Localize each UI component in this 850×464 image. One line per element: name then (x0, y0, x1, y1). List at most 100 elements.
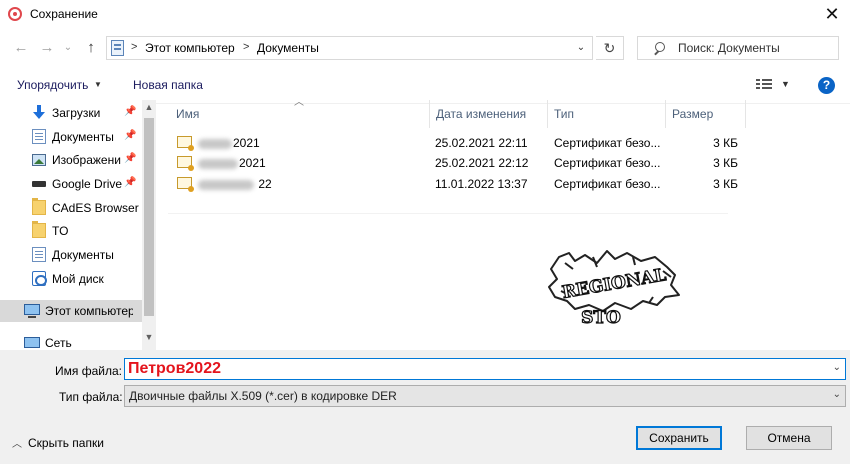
new-folder-button[interactable]: Новая папка (133, 78, 203, 92)
scroll-down-icon[interactable]: ▼ (142, 332, 156, 344)
certificate-file-icon (177, 136, 194, 151)
file-name-suffix: 2021 (239, 156, 266, 170)
document-icon (32, 129, 46, 144)
regional-sto-stamp: REGIONAL STO (548, 250, 680, 327)
file-size: 3 КБ (713, 177, 738, 191)
redacted-name (198, 158, 238, 169)
close-button[interactable]: ✕ (820, 2, 844, 26)
file-name: 2021 (198, 136, 260, 150)
file-row[interactable]: 2021 25.02.2021 22:12 Сертификат безо...… (170, 153, 740, 173)
sidebar-item-pictures[interactable]: Изображени 📌 (0, 149, 142, 171)
file-row[interactable]: 22 11.01.2022 13:37 Сертификат безо... 3… (170, 174, 740, 194)
file-modified: 25.02.2021 22:11 (435, 136, 528, 150)
certificate-file-icon (177, 177, 194, 192)
organize-button[interactable]: Упорядочить (17, 78, 88, 92)
document-icon (32, 247, 46, 262)
computer-icon (111, 40, 124, 56)
download-arrow-icon (32, 105, 46, 120)
window-title: Сохранение (30, 7, 98, 21)
help-icon[interactable]: ? (818, 77, 835, 94)
search-icon (653, 42, 665, 54)
folder-icon (32, 221, 46, 238)
sidebar-item-label: CAdES Browser P (52, 201, 144, 215)
sidebar-scrollbar[interactable]: ▲ ▼ (142, 100, 156, 350)
sidebar-item-label: Документы (52, 248, 114, 262)
sidebar-item-documents[interactable]: Документы (0, 244, 142, 266)
view-options-dropdown-icon[interactable]: ▼ (781, 79, 790, 89)
back-arrow-icon[interactable]: ← (12, 38, 30, 58)
computer-icon (24, 304, 40, 318)
scroll-up-icon[interactable]: ▲ (142, 102, 156, 114)
pin-icon: 📌 (124, 106, 137, 117)
scrollbar-thumb[interactable] (144, 118, 154, 316)
sidebar-item-this-pc[interactable]: Этот компьютер (0, 300, 142, 322)
column-header-size[interactable]: Размер (666, 100, 746, 128)
column-header-name[interactable]: Имя (170, 100, 430, 128)
column-header-modified[interactable]: Дата изменения (430, 100, 548, 128)
filetype-label: Тип файла: (59, 390, 123, 404)
sidebar-item-google-drive[interactable]: Google Drive 📌 (0, 173, 142, 195)
app-icon (8, 7, 22, 21)
pictures-icon (32, 154, 46, 166)
navigation-bar: ← → ⌄ ↑ > Этот компьютер > Документы ⌄ ↻… (0, 30, 850, 66)
file-row[interactable]: 2021 25.02.2021 22:11 Сертификат безо...… (170, 133, 740, 153)
column-header-type[interactable]: Тип (548, 100, 666, 128)
network-icon (24, 337, 40, 348)
redacted-name (198, 179, 254, 190)
hide-folders-label: Скрыть папки (28, 436, 104, 450)
breadcrumb-documents[interactable]: Документы (257, 41, 319, 55)
drive-icon (32, 181, 46, 187)
navigation-pane: Загрузки 📌 Документы 📌 Изображени 📌 Goog… (0, 100, 156, 350)
save-button[interactable]: Сохранить (636, 426, 722, 450)
pin-icon: 📌 (124, 177, 137, 188)
breadcrumb-this-pc[interactable]: Этот компьютер (145, 41, 235, 55)
stamp-bottom-text: STO (581, 308, 621, 327)
filename-label: Имя файла: (55, 364, 122, 378)
up-arrow-icon[interactable]: ↑ (82, 38, 100, 58)
address-bar[interactable]: > Этот компьютер > Документы ⌄ (106, 36, 593, 60)
cancel-button[interactable]: Отмена (746, 426, 832, 450)
sidebar-item-downloads[interactable]: Загрузки 📌 (0, 102, 142, 124)
redacted-name (198, 138, 232, 149)
file-size: 3 КБ (713, 136, 738, 150)
sidebar-item-documents-pinned[interactable]: Документы 📌 (0, 126, 142, 148)
filename-value: Петров2022 (128, 360, 221, 377)
organize-dropdown-icon[interactable]: ▼ (94, 80, 102, 89)
filename-dropdown-chevron-icon[interactable]: ⌄ (833, 362, 841, 373)
breadcrumb-separator: > (243, 41, 250, 53)
file-type: Сертификат безо... (554, 156, 661, 170)
refresh-button[interactable]: ↻ (596, 36, 624, 60)
search-input[interactable]: Поиск: Документы (637, 36, 839, 60)
certificate-file-icon (177, 156, 194, 171)
save-form-panel: Имя файла: Петров2022 ⌄ Тип файла: Двоич… (0, 350, 850, 464)
file-list: ︿ Имя Дата изменения Тип Размер 2021 25.… (160, 97, 850, 350)
pin-icon: 📌 (124, 153, 137, 164)
pin-icon: 📌 (124, 130, 137, 141)
file-name: 22 (198, 177, 272, 191)
filename-input[interactable]: Петров2022 ⌄ (124, 358, 846, 380)
file-type: Сертификат безо... (554, 136, 661, 150)
cloud-drive-icon (32, 271, 47, 286)
sidebar-item-label: TO (52, 224, 69, 238)
sidebar-item-cades-browser[interactable]: CAdES Browser P (0, 197, 144, 219)
file-type: Сертификат безо... (554, 177, 661, 191)
sidebar-item-label: Сеть (45, 336, 72, 350)
filetype-select[interactable]: Двоичные файлы X.509 (*.cer) в кодировке… (124, 385, 846, 407)
row-divider (168, 213, 728, 214)
address-dropdown-chevron-icon[interactable]: ⌄ (572, 39, 590, 57)
file-name-suffix: 22 (255, 177, 272, 191)
sidebar-item-label: Этот компьютер (45, 304, 133, 318)
sidebar-item-to[interactable]: TO (0, 220, 142, 242)
breadcrumb-separator: > (131, 41, 138, 53)
sidebar-item-my-drive[interactable]: Мой диск (0, 268, 142, 290)
filetype-dropdown-chevron-icon[interactable]: ⌄ (833, 389, 841, 400)
command-toolbar: Упорядочить ▼ Новая папка ▼ ? (0, 66, 850, 104)
view-options-icon[interactable] (756, 78, 772, 90)
file-name-suffix: 2021 (233, 136, 260, 150)
sidebar-item-network[interactable]: Сеть (0, 332, 142, 350)
search-placeholder: Поиск: Документы (678, 41, 780, 55)
sidebar-item-label: Мой диск (52, 272, 104, 286)
hide-folders-toggle[interactable]: ︿ Скрыть папки (12, 435, 104, 450)
recent-locations-chevron-icon[interactable]: ⌄ (62, 38, 74, 58)
forward-arrow-icon[interactable]: → (38, 38, 56, 58)
